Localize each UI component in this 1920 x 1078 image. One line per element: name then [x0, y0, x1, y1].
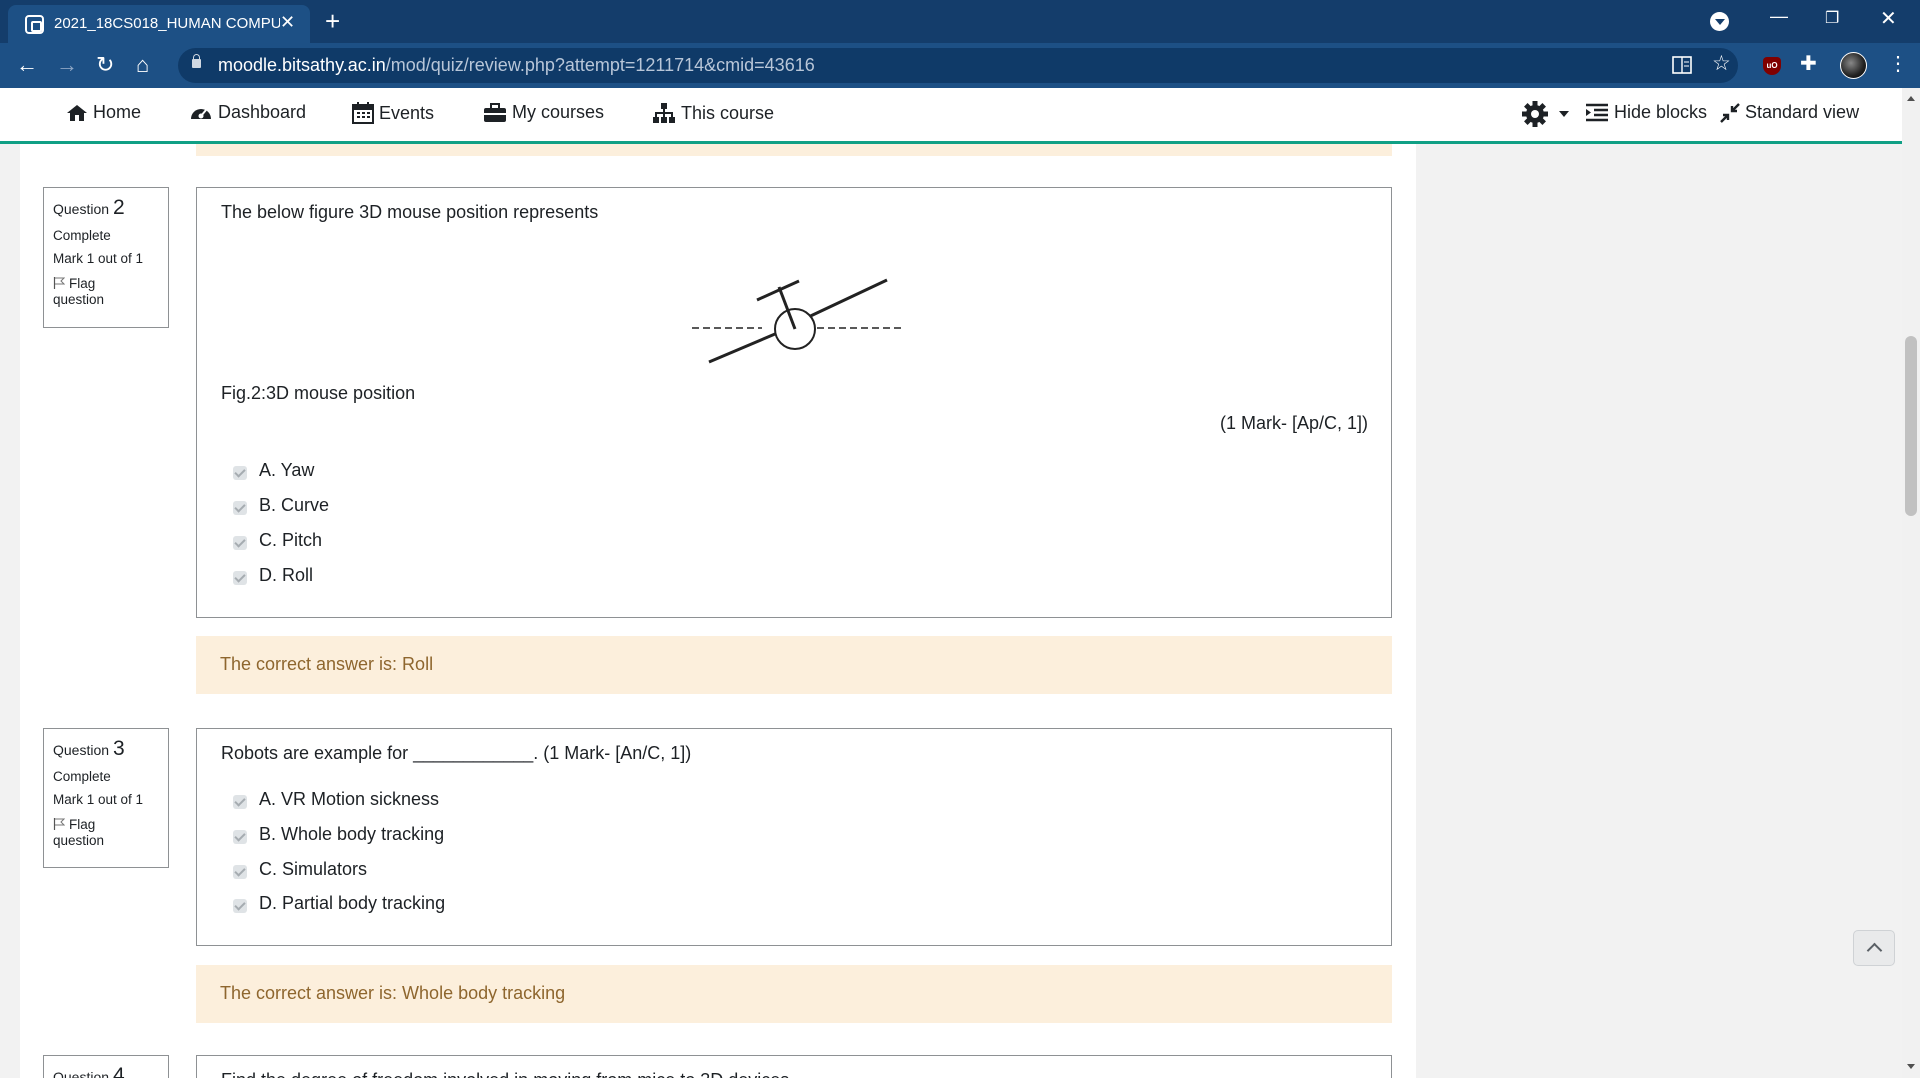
browser-tab-bar: 2021_18CS018_HUMAN COMPU ✕ + — ❐ ✕ — [0, 0, 1920, 43]
standard-view-label: Standard view — [1745, 102, 1860, 122]
settings-menu[interactable] — [1521, 100, 1575, 128]
question-grade: Mark 1 out of 1 — [53, 792, 144, 807]
url-text: moodle.bitsathy.ac.in/mod/quiz/review.ph… — [218, 55, 815, 75]
3d-mouse-figure — [692, 278, 903, 364]
checkbox-disabled[interactable] — [233, 535, 247, 550]
previous-feedback-strip — [196, 144, 1392, 156]
flag-question-button[interactable]: Flag question — [53, 276, 159, 308]
checkbox-disabled[interactable] — [233, 829, 247, 844]
back-to-top-button[interactable] — [1853, 930, 1895, 966]
nav-this-course-label: This course — [681, 102, 775, 123]
reload-icon[interactable]: ↻ — [96, 52, 114, 78]
forward-arrow-icon[interactable]: → — [56, 52, 78, 78]
home-icon — [67, 104, 87, 121]
question-content-q3: Robots are example for ____________. (1 … — [196, 728, 1392, 946]
compress-arrows-icon — [1720, 102, 1740, 123]
hide-blocks-label: Hide blocks — [1614, 102, 1708, 122]
tab-search-icon[interactable] — [1710, 12, 1729, 31]
nav-dashboard-label: Dashboard — [218, 102, 307, 122]
question-content-q2: The below figure 3D mouse position repre… — [196, 187, 1392, 618]
briefcase-icon — [484, 102, 506, 122]
answer-option[interactable]: C. Pitch — [233, 530, 322, 551]
sitemap-icon — [653, 103, 675, 123]
figure-caption: Fig.2:3D mouse position — [221, 383, 416, 403]
back-arrow-icon[interactable]: ← — [16, 52, 38, 78]
gear-icon — [1522, 101, 1548, 127]
reader-mode-icon[interactable] — [1672, 56, 1692, 74]
question-number: Question 2 — [53, 196, 125, 219]
nav-events-label: Events — [379, 102, 435, 123]
correct-answer-feedback-q2: The correct answer is: Roll — [196, 636, 1392, 694]
question-text: Find the degree of freedom involved in m… — [221, 1070, 789, 1078]
answer-option[interactable]: A. VR Motion sickness — [233, 789, 439, 810]
checkbox-disabled[interactable] — [233, 898, 247, 913]
nav-my-courses-label: My courses — [512, 102, 605, 122]
question-number: Question 4 — [53, 1064, 125, 1078]
new-tab-icon[interactable]: + — [325, 6, 340, 37]
flag-icon — [53, 818, 65, 830]
caret-down-icon — [1559, 111, 1569, 117]
scroll-down-arrow-icon[interactable] — [1907, 1064, 1915, 1069]
nav-home-label: Home — [93, 102, 142, 122]
address-bar[interactable]: moodle.bitsathy.ac.in/mod/quiz/review.ph… — [178, 48, 1738, 83]
correct-answer-text: The correct answer is: Whole body tracki… — [220, 983, 566, 1003]
close-window-icon[interactable]: ✕ — [1880, 6, 1897, 31]
marks-note: (1 Mark- [Ap/C, 1]) — [1219, 413, 1368, 433]
nav-this-course[interactable]: This course — [652, 102, 774, 124]
home-icon[interactable]: ⌂ — [136, 52, 149, 78]
checkbox-disabled[interactable] — [233, 570, 247, 585]
close-tab-icon[interactable]: ✕ — [280, 12, 295, 33]
browser-toolbar: ← → ↻ ⌂ moodle.bitsathy.ac.in/mod/quiz/r… — [0, 43, 1920, 88]
nav-dashboard[interactable]: Dashboard — [189, 102, 306, 123]
calendar-icon — [352, 102, 374, 124]
answer-option[interactable]: A. Yaw — [233, 460, 314, 481]
answer-option[interactable]: B. Curve — [233, 495, 329, 516]
browser-tab[interactable]: 2021_18CS018_HUMAN COMPU ✕ — [8, 5, 310, 43]
question-text: The below figure 3D mouse position repre… — [221, 202, 599, 222]
question-info-q4: Question 4 — [43, 1055, 169, 1078]
question-state: Complete — [53, 769, 111, 784]
outdent-list-icon — [1586, 103, 1608, 121]
question-content-q4: Find the degree of freedom involved in m… — [196, 1055, 1392, 1078]
page-scrollbar[interactable] — [1902, 88, 1920, 1078]
checkbox-disabled[interactable] — [233, 794, 247, 809]
question-info-q3: Question 3 Complete Mark 1 out of 1 Flag… — [43, 728, 169, 868]
quiz-review-page: Question 2 Complete Mark 1 out of 1 Flag… — [20, 144, 1416, 1078]
correct-answer-text: The correct answer is: Roll — [220, 654, 434, 674]
nav-my-courses[interactable]: My courses — [483, 102, 604, 123]
checkbox-disabled[interactable] — [233, 500, 247, 515]
question-info-q2: Question 2 Complete Mark 1 out of 1 Flag… — [43, 187, 169, 328]
correct-answer-feedback-q3: The correct answer is: Whole body tracki… — [196, 965, 1392, 1023]
checkbox-disabled[interactable] — [233, 864, 247, 879]
answer-option[interactable]: B. Whole body tracking — [233, 824, 444, 845]
scrollbar-thumb[interactable] — [1905, 336, 1917, 516]
answer-option[interactable]: C. Simulators — [233, 859, 367, 880]
scroll-up-arrow-icon[interactable] — [1907, 96, 1915, 101]
standard-view-button[interactable]: Standard view — [1720, 102, 1859, 123]
nav-home[interactable]: Home — [66, 102, 141, 123]
flag-question-button[interactable]: Flag question — [53, 817, 159, 849]
extensions-puzzle-icon[interactable]: ✚ — [1800, 51, 1817, 76]
checkbox-disabled[interactable] — [233, 465, 247, 480]
answer-option[interactable]: D. Roll — [233, 565, 313, 586]
answer-option[interactable]: D. Partial body tracking — [233, 893, 445, 914]
question-grade: Mark 1 out of 1 — [53, 251, 144, 266]
nav-events[interactable]: Events — [352, 102, 434, 124]
bookmark-star-icon[interactable]: ☆ — [1712, 51, 1731, 76]
moodle-navbar: Home Dashboard Events My courses This co… — [0, 88, 1902, 144]
question-state: Complete — [53, 228, 111, 243]
tab-title: 2021_18CS018_HUMAN COMPU — [54, 15, 280, 32]
flag-icon — [53, 277, 65, 289]
lock-icon[interactable] — [192, 54, 201, 68]
dashboard-gauge-icon — [191, 108, 211, 119]
profile-avatar[interactable] — [1840, 52, 1867, 79]
browser-menu-icon[interactable]: ⋮ — [1888, 51, 1908, 76]
hide-blocks-button[interactable]: Hide blocks — [1585, 102, 1707, 123]
moodle-favicon-icon — [25, 15, 44, 34]
question-number: Question 3 — [53, 737, 125, 760]
question-text: Robots are example for ____________. (1 … — [221, 743, 692, 763]
ublock-extension-icon[interactable]: uO — [1763, 57, 1781, 75]
restore-icon[interactable]: ❐ — [1825, 8, 1839, 28]
minimize-icon[interactable]: — — [1770, 6, 1788, 27]
